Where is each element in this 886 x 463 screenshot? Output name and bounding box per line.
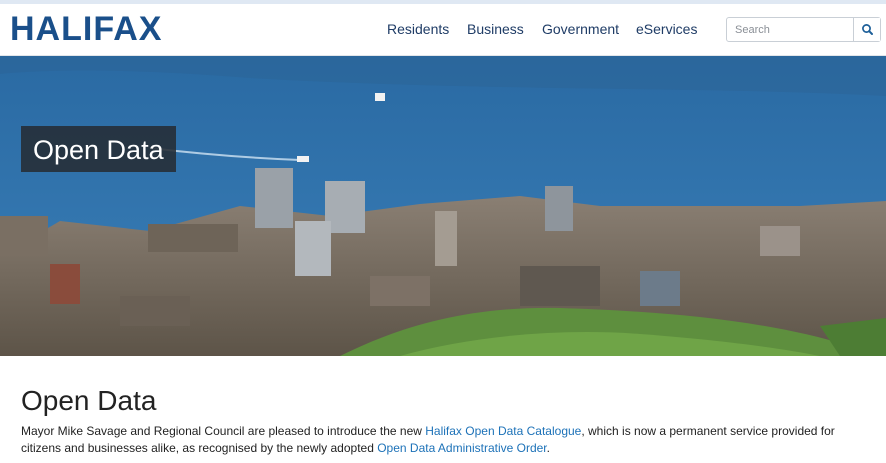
search-icon [862,24,873,35]
hero-aerial-image: Open Data [0,56,886,356]
intro-paragraph: Mayor Mike Savage and Regional Council a… [21,423,871,457]
site-header: HALIFAX Residents Business Government eS… [0,4,886,56]
nav-eservices[interactable]: eServices [636,21,697,37]
nav-government[interactable]: Government [542,21,619,37]
administrative-order-link[interactable]: Open Data Administrative Order [377,441,546,455]
intro-text-3: . [546,441,550,455]
search-button[interactable] [853,18,880,41]
intro-text-1: Mayor Mike Savage and Regional Council a… [21,424,426,438]
page-title: Open Data [21,385,157,416]
search-input[interactable] [727,18,853,41]
open-data-catalogue-link[interactable]: Halifax Open Data Catalogue [425,424,581,438]
hero-title: Open Data [21,126,176,172]
nav-residents[interactable]: Residents [387,21,449,37]
nav-business[interactable]: Business [467,21,524,37]
search-box [726,17,881,42]
halifax-waterfront-photo [0,56,886,356]
halifax-logo[interactable]: HALIFAX [10,12,162,46]
